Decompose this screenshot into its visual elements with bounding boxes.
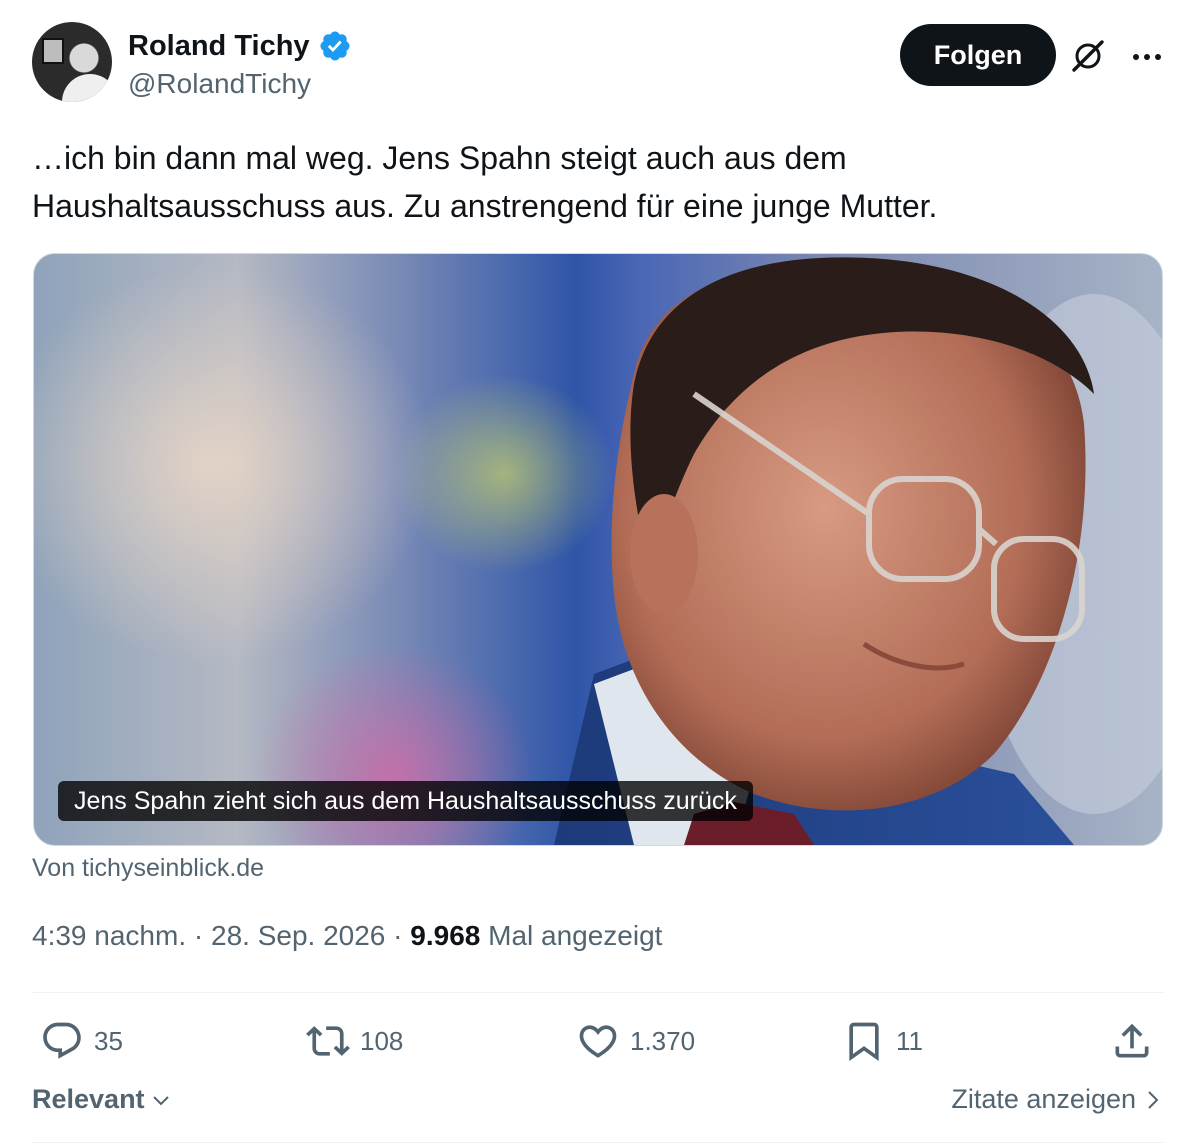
avatar[interactable] <box>32 22 112 102</box>
link-card[interactable]: Jens Spahn zieht sich aus dem Haushaltsa… <box>33 253 1163 846</box>
tweet-date[interactable]: 28. Sep. 2026 <box>211 920 385 951</box>
grok-icon[interactable] <box>1068 36 1108 76</box>
reply-count: 35 <box>94 1025 123 1056</box>
like-count: 1.370 <box>630 1025 696 1056</box>
tweet-meta: 4:39 nachm. · 28. Sep. 2026 · 9.968 Mal … <box>32 920 662 952</box>
avatar-picture-frame <box>42 38 64 64</box>
views-count: 9.968 <box>410 920 481 951</box>
tweet-text: …ich bin dann mal weg. Jens Spahn steigt… <box>32 140 938 224</box>
divider <box>32 1142 1164 1143</box>
chevron-right-icon <box>1148 1090 1159 1109</box>
view-quotes-link[interactable]: Zitate anzeigen <box>951 1084 1164 1115</box>
share-icon <box>1115 1023 1149 1058</box>
bookmark-icon <box>849 1022 879 1062</box>
repost-count: 108 <box>360 1025 404 1056</box>
reply-icon <box>43 1022 81 1059</box>
reply-button[interactable]: 35 <box>40 1016 123 1066</box>
like-button[interactable]: 1.370 <box>576 1016 695 1066</box>
follow-button[interactable]: Folgen <box>900 24 1056 86</box>
chevron-down-icon <box>152 1095 169 1105</box>
bookmark-button[interactable]: 11 <box>842 1016 923 1066</box>
tweet-header: Roland Tichy @RolandTichy Folgen <box>32 22 1164 106</box>
share-button[interactable] <box>1110 1016 1154 1066</box>
display-name[interactable]: Roland Tichy <box>128 30 310 63</box>
sort-label: Relevant <box>32 1084 145 1114</box>
action-bar: 35 108 1.370 11 <box>32 1012 1164 1072</box>
quotes-label: Zitate anzeigen <box>951 1084 1136 1114</box>
card-caption: Jens Spahn zieht sich aus dem Haushaltsa… <box>58 781 753 821</box>
article-photo <box>34 257 1162 845</box>
heart-icon <box>579 1025 617 1058</box>
reply-controls: Relevant Zitate anzeigen <box>32 1084 1164 1124</box>
verified-badge-icon <box>320 31 350 61</box>
card-source-link[interactable]: Von tichyseinblick.de <box>32 854 264 883</box>
user-handle[interactable]: @RolandTichy <box>128 68 311 100</box>
divider <box>32 992 1164 993</box>
meta-separator: · <box>385 920 411 951</box>
views-label: Mal angezeigt <box>480 920 663 951</box>
repost-button[interactable]: 108 <box>306 1016 403 1066</box>
avatar-shoulders <box>62 74 112 102</box>
sort-dropdown[interactable]: Relevant <box>32 1084 173 1115</box>
name-row: Roland Tichy <box>128 28 352 64</box>
meta-separator: · <box>186 920 211 951</box>
bookmark-count: 11 <box>896 1025 923 1056</box>
tweet-time[interactable]: 4:39 nachm. <box>32 920 186 951</box>
more-icon[interactable] <box>1130 42 1164 72</box>
repost-icon <box>306 1026 350 1056</box>
